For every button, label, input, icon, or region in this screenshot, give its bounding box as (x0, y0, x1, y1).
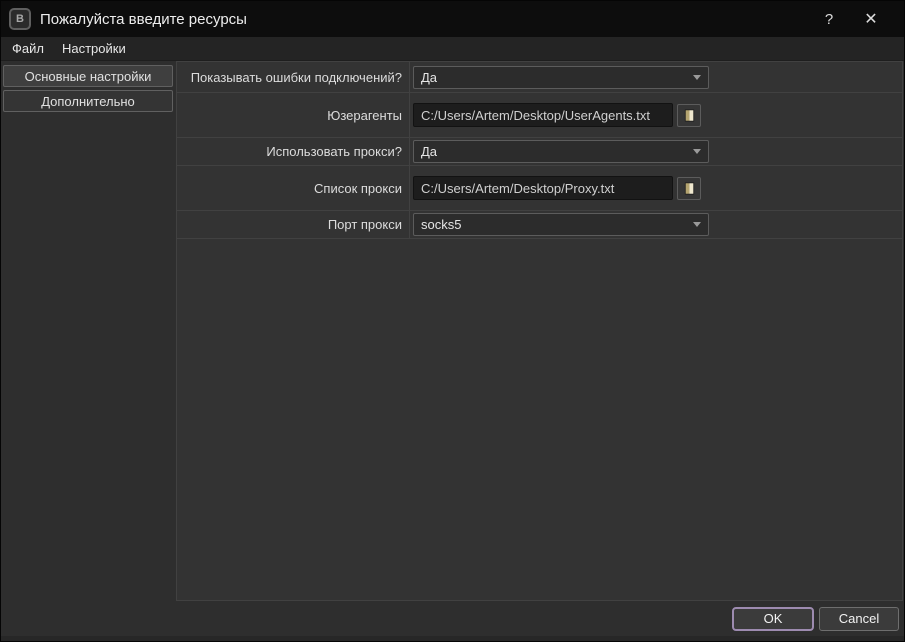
form-row-useragents: Юзерагенты (177, 93, 902, 138)
settings-form-panel: Показывать ошибки подключений? Да Юзераг… (176, 61, 903, 601)
folder-icon (682, 181, 697, 196)
field-cell (410, 93, 902, 137)
ok-button[interactable]: OK (732, 607, 814, 631)
title-bar[interactable]: B Пожалуйста введите ресурсы ? ✕ (1, 1, 904, 37)
dialog-footer: OK Cancel (1, 601, 904, 636)
folder-icon (682, 108, 697, 123)
field-label-proxy-list: Список прокси (177, 166, 410, 210)
cancel-button[interactable]: Cancel (819, 607, 899, 631)
chevron-down-icon (693, 149, 701, 154)
proxy-list-browse-button[interactable] (677, 177, 701, 200)
field-label-proxy-port: Порт прокси (177, 211, 410, 238)
useragents-browse-button[interactable] (677, 104, 701, 127)
form-row-use-proxy: Использовать прокси? Да (177, 138, 902, 166)
chevron-down-icon (693, 222, 701, 227)
field-label-show-errors: Показывать ошибки подключений? (177, 62, 410, 92)
form-row-proxy-list: Список прокси (177, 166, 902, 211)
close-icon: ✕ (864, 9, 877, 29)
window-title: Пожалуйста введите ресурсы (40, 11, 247, 28)
form-row-proxy-port: Порт прокси socks5 (177, 211, 902, 239)
field-label-use-proxy: Использовать прокси? (177, 138, 410, 165)
show-errors-select[interactable]: Да (413, 66, 709, 89)
field-cell: socks5 (410, 211, 902, 238)
proxy-list-path-input[interactable] (413, 176, 673, 200)
form-empty-area (177, 239, 902, 600)
app-icon: B (9, 8, 31, 30)
form-row-show-errors: Показывать ошибки подключений? Да (177, 62, 902, 93)
sidebar-item-additional[interactable]: Дополнительно (3, 90, 173, 112)
sidebar: Основные настройки Дополнительно (1, 61, 176, 601)
app-icon-letter: B (16, 13, 24, 25)
menu-item-file[interactable]: Файл (3, 37, 53, 60)
menu-bar: Файл Настройки (1, 37, 904, 61)
sidebar-item-general-settings[interactable]: Основные настройки (3, 65, 173, 87)
field-cell: Да (410, 62, 902, 92)
field-cell: Да (410, 138, 902, 165)
question-mark-icon: ? (825, 11, 833, 28)
close-button[interactable]: ✕ (850, 1, 892, 37)
menu-item-settings[interactable]: Настройки (53, 37, 135, 60)
select-value: socks5 (421, 217, 461, 232)
help-button[interactable]: ? (808, 1, 850, 37)
field-cell (410, 166, 902, 210)
select-value: Да (421, 144, 437, 159)
content-area: Основные настройки Дополнительно Показыв… (1, 61, 904, 601)
useragents-path-input[interactable] (413, 103, 673, 127)
field-label-useragents: Юзерагенты (177, 93, 410, 137)
proxy-port-select[interactable]: socks5 (413, 213, 709, 236)
dialog-window: B Пожалуйста введите ресурсы ? ✕ Файл На… (0, 0, 905, 642)
use-proxy-select[interactable]: Да (413, 140, 709, 163)
chevron-down-icon (693, 75, 701, 80)
select-value: Да (421, 70, 437, 85)
window-bottom-edge (1, 636, 904, 641)
